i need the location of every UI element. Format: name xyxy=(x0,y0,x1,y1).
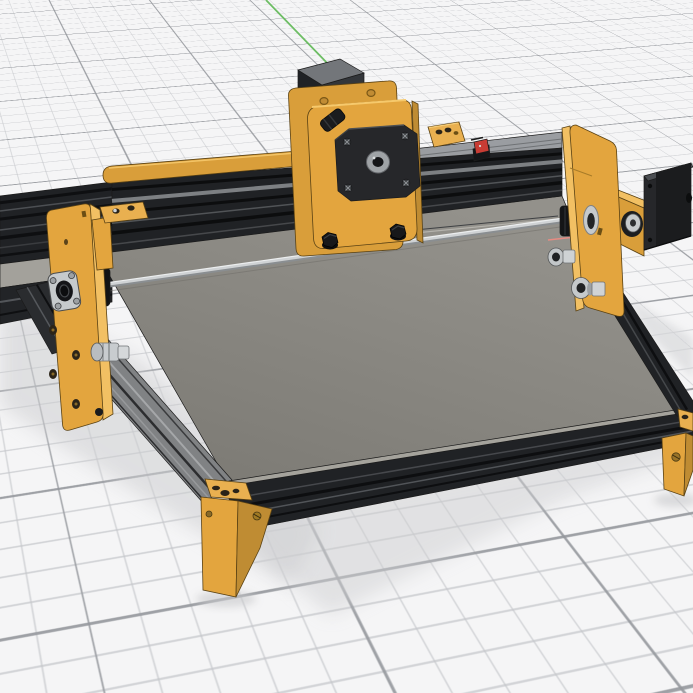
beam-bracket[interactable] xyxy=(428,122,465,147)
left-roller-bearing[interactable] xyxy=(91,343,129,361)
y-axis-line xyxy=(266,0,330,66)
left-bolt-end xyxy=(95,408,103,416)
left-bearing-flange[interactable] xyxy=(47,270,82,312)
right-stepper-motor[interactable] xyxy=(616,163,693,256)
carriage-stepper-motor[interactable] xyxy=(335,125,420,201)
carriage-assembly[interactable] xyxy=(288,59,423,256)
limit-switch[interactable] xyxy=(471,138,490,162)
cad-viewport[interactable] xyxy=(0,0,693,693)
right-roller-bearing-upper[interactable] xyxy=(548,248,575,266)
carriage-bolt-left xyxy=(322,233,338,250)
right-shaft-bearing[interactable] xyxy=(584,206,599,235)
model-overlay xyxy=(0,0,693,693)
carriage-bolt-right xyxy=(390,224,406,241)
